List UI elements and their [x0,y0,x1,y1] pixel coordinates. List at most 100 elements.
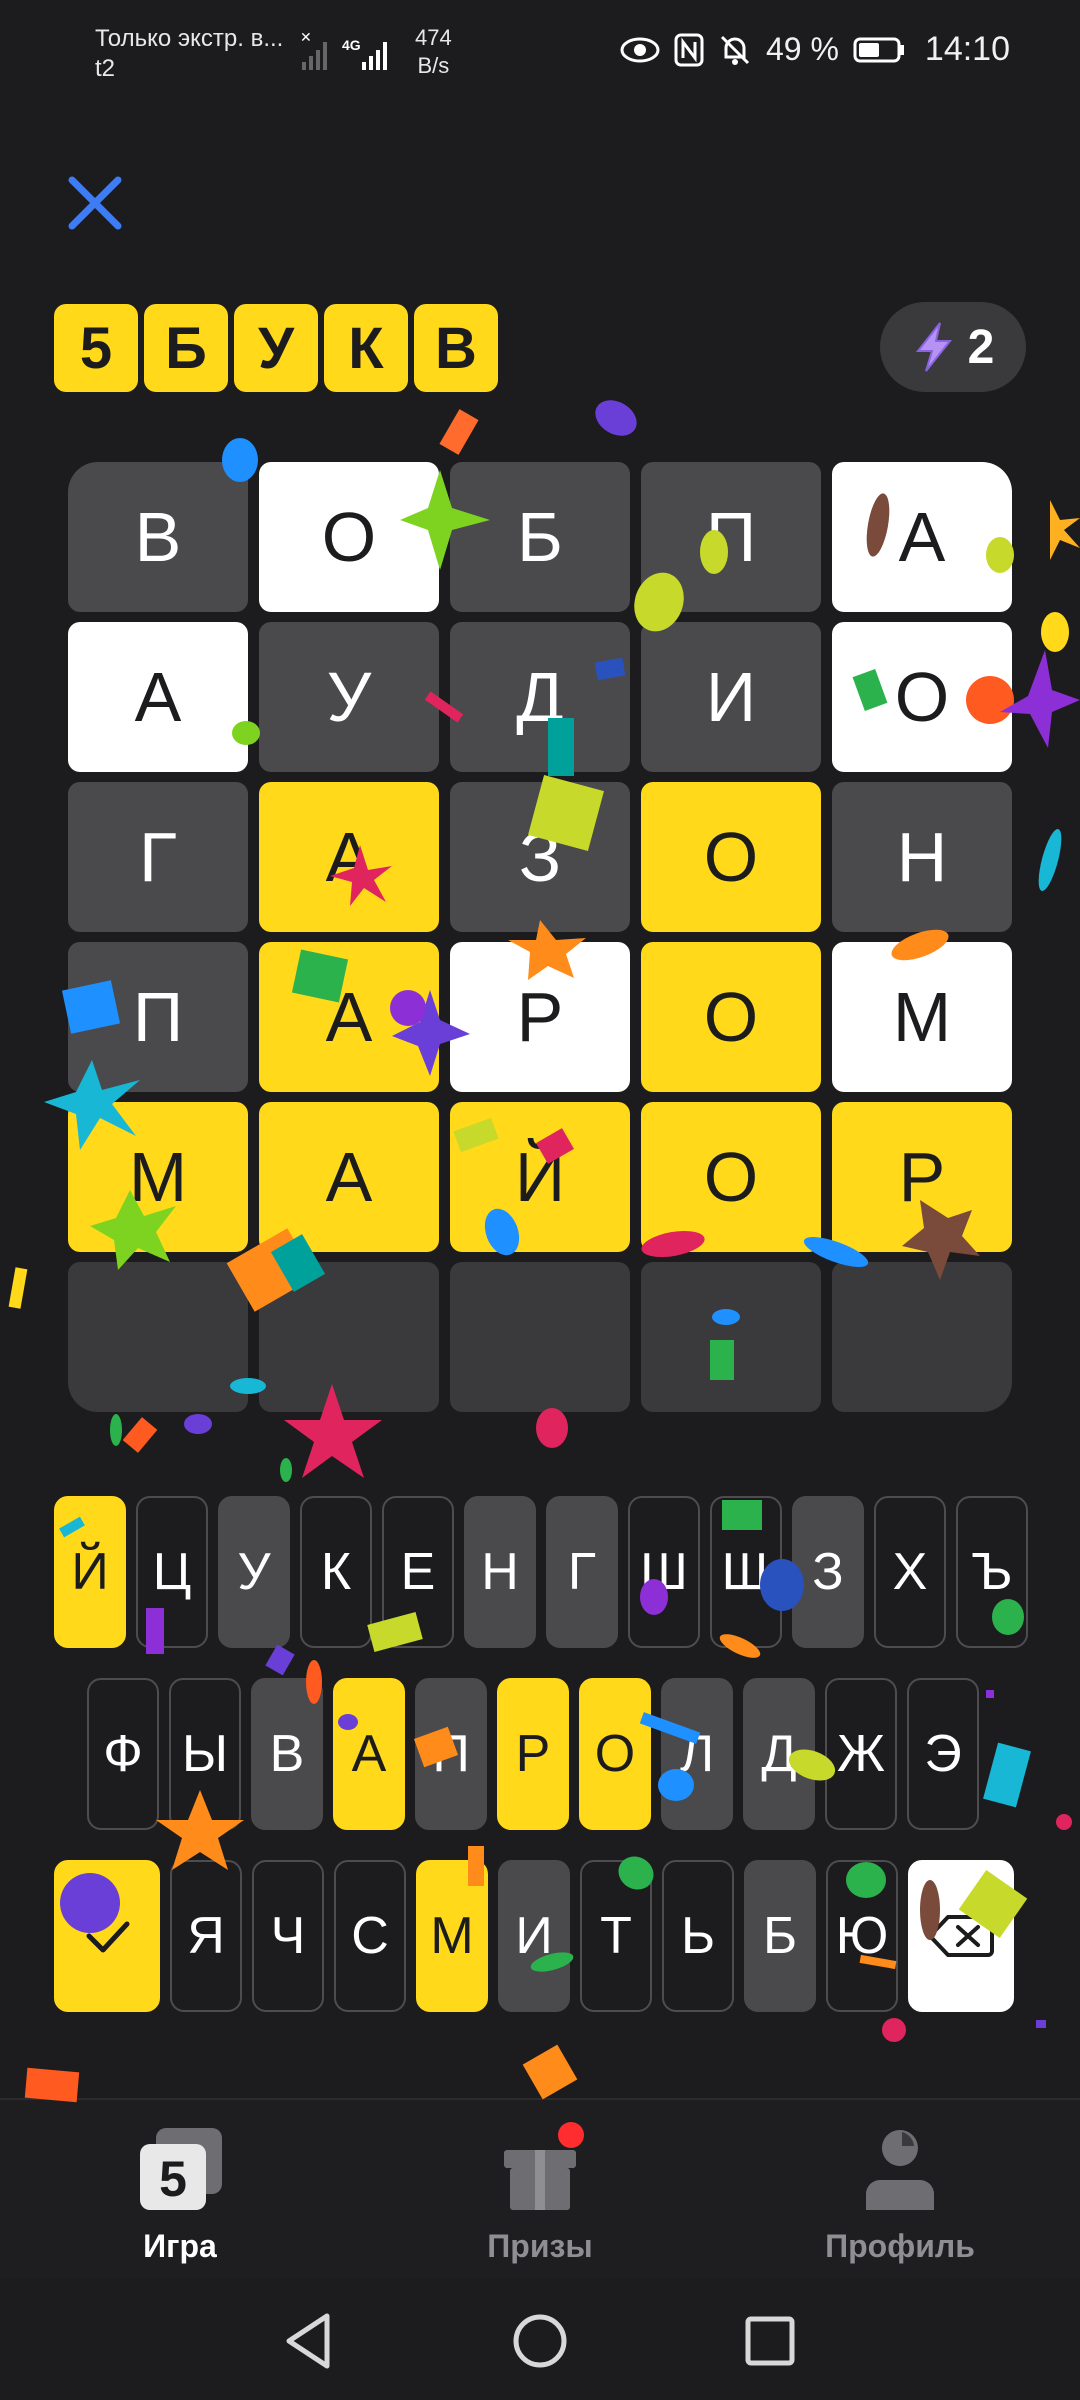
key-Е[interactable]: Е [382,1496,454,1648]
key-П[interactable]: П [415,1678,487,1830]
key-Т[interactable]: Т [580,1860,652,2012]
letter-tile: М [832,942,1012,1092]
status-bar: Только экстр. в... t2 ✕ 4G 474 B/s 49 % … [0,0,1080,110]
backspace-icon [928,1915,994,1957]
nfc-icon [674,33,704,66]
letter-tile: М [68,1102,248,1252]
letter-tile: Б [450,462,630,612]
key-А[interactable]: А [333,1678,405,1830]
signal-icon: ✕ 4G [300,29,410,77]
eye-icon [620,37,660,62]
logo-letter: 5 [54,304,138,392]
system-back-button[interactable] [275,2306,345,2376]
key-Г[interactable]: Г [546,1496,618,1648]
hints-count: 2 [967,320,995,374]
key-Ь[interactable]: Ь [662,1860,734,2012]
key-Й[interactable]: Й [54,1496,126,1648]
close-icon [68,176,122,230]
letter-tile: П [641,462,821,612]
mute-icon [720,35,750,65]
key-Ч[interactable]: Ч [252,1860,324,2012]
key-Щ[interactable]: Щ [710,1496,782,1648]
keyboard-row-1: ЙЦУКЕНГШЩЗХЪ [54,1496,1028,1648]
letter-tile: В [68,462,248,612]
status-right: 49 % 14:10 [620,30,1010,69]
letter-tile: А [259,942,439,1092]
keyboard-row-3: ЯЧСМИТЬБЮ [54,1860,1014,2012]
key-Ы[interactable]: Ы [169,1678,241,1830]
speed-value: 474 [415,25,452,50]
empty-tile [259,1262,439,1412]
gift-icon [490,2120,590,2220]
letter-tile: А [68,622,248,772]
letter-tile: А [259,782,439,932]
carrier-line2: t2 [95,55,116,82]
letter-tile: А [832,462,1012,612]
key-Ф[interactable]: Ф [87,1678,159,1830]
key-Э[interactable]: Э [907,1678,979,1830]
letter-tile: Д [450,622,630,772]
nav-game[interactable]: 5 Игра [60,2120,300,2265]
submit-key[interactable] [54,1860,160,2012]
key-Б[interactable]: Б [744,1860,816,2012]
key-С[interactable]: С [334,1860,406,2012]
letter-tile: О [641,782,821,932]
key-Ш[interactable]: Ш [628,1496,700,1648]
key-К[interactable]: К [300,1496,372,1648]
key-О[interactable]: О [579,1678,651,1830]
svg-text:✕: ✕ [300,32,312,45]
system-recents-button[interactable] [735,2306,805,2376]
key-Ц[interactable]: Ц [136,1496,208,1648]
key-Д[interactable]: Д [743,1678,815,1830]
empty-tile [450,1262,630,1412]
key-Ю[interactable]: Ю [826,1860,898,2012]
letter-tile: Р [450,942,630,1092]
key-Л[interactable]: Л [661,1678,733,1830]
logo-letter: К [324,304,408,392]
svg-text:5: 5 [159,2151,187,2207]
key-З[interactable]: З [792,1496,864,1648]
battery-percent: 49 % [765,31,839,67]
carrier-info: Только экстр. в... t2 [95,24,283,84]
backspace-key[interactable] [908,1860,1014,2012]
keyboard-row-2: ФЫВАПРОЛДЖЭ [87,1678,979,1830]
bottom-navigation: 5 Игра Призы Профиль [0,2098,1080,2278]
key-М[interactable]: М [416,1860,488,2012]
speed-unit: B/s [417,53,450,78]
profile-icon [850,2120,950,2220]
lightning-icon [915,322,952,372]
key-У[interactable]: У [218,1496,290,1648]
key-Ъ[interactable]: Ъ [956,1496,1028,1648]
key-И[interactable]: И [498,1860,570,2012]
nav-profile-label: Профиль [825,2228,975,2264]
nav-prizes-label: Призы [487,2228,593,2264]
carrier-line1: Только экстр. в... [95,25,284,52]
letter-tile: И [641,622,821,772]
checkmark-icon [86,1921,130,1953]
network-speed: 474 B/s [415,24,452,80]
letter-tile: У [259,622,439,772]
key-Р[interactable]: Р [497,1678,569,1830]
prizes-badge [558,2122,584,2148]
system-home-button[interactable] [505,2306,575,2376]
logo-letter: Б [144,304,228,392]
nav-prizes[interactable]: Призы [420,2120,660,2265]
letter-tile: Р [832,1102,1012,1252]
key-Я[interactable]: Я [170,1860,242,2012]
close-button[interactable] [60,168,130,238]
letter-tile: Н [832,782,1012,932]
letter-tile: О [832,622,1012,772]
hints-button[interactable]: 2 [880,302,1026,392]
game-board: ВОБПААУДИОГАЗОНПАРОММАЙОР [68,462,1012,1412]
letter-tile: П [68,942,248,1092]
back-triangle-icon [286,2313,330,2369]
letter-tile: Й [450,1102,630,1252]
key-В[interactable]: В [251,1678,323,1830]
key-Х[interactable]: Х [874,1496,946,1648]
nav-profile[interactable]: Профиль [780,2120,1020,2265]
key-Н[interactable]: Н [464,1496,536,1648]
nav-game-label: Игра [143,2228,217,2264]
key-Ж[interactable]: Ж [825,1678,897,1830]
app-logo: 5 Б У К В [54,304,498,392]
empty-tile [832,1262,1012,1412]
